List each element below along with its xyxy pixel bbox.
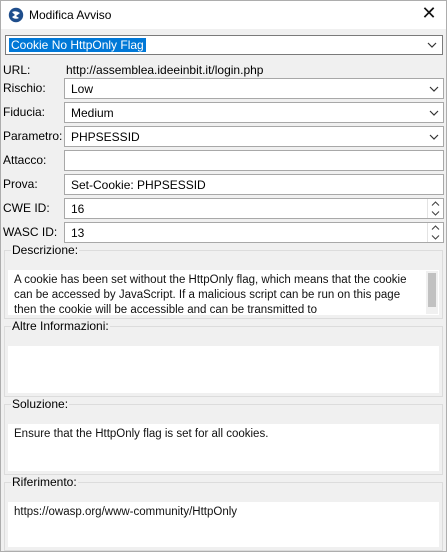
wasc-row: WASC ID: 13 (1, 221, 446, 243)
spin-up-icon[interactable] (428, 199, 443, 208)
rischio-combo[interactable]: Low (64, 78, 444, 99)
fiducia-combo[interactable]: Medium (64, 102, 444, 123)
prova-value: Set-Cookie: PHPSESSID (71, 178, 206, 192)
descrizione-text: A cookie has been set without the HttpOn… (14, 274, 407, 316)
spin-down-icon[interactable] (428, 233, 443, 242)
chevron-down-icon[interactable] (425, 79, 443, 98)
url-value: http://assemblea.ideeinbit.it/login.php (66, 63, 264, 77)
title-bar: Modifica Avviso ✕ (1, 1, 446, 29)
chevron-down-icon[interactable] (425, 103, 443, 122)
descrizione-title: Descrizione: (12, 243, 79, 257)
edit-alert-dialog: Modifica Avviso ✕ Cookie No HttpOnly Fla… (0, 0, 447, 552)
attacco-row: Attacco: (1, 149, 446, 171)
parametro-combo[interactable]: PHPSESSID (64, 126, 444, 147)
url-label: URL: (3, 63, 31, 77)
soluzione-title: Soluzione: (12, 397, 69, 411)
zap-logo-icon (8, 7, 24, 23)
riferimento-group: Riferimento: https://owasp.org/www-commu… (4, 475, 443, 551)
chevron-down-icon[interactable] (422, 36, 442, 54)
rischio-row: Rischio: Low (1, 77, 446, 99)
cwe-spin-buttons (427, 199, 443, 218)
prova-label: Prova: (3, 177, 38, 191)
soluzione-group: Soluzione: Ensure that the HttpOnly flag… (4, 397, 443, 475)
altre-informazioni-textarea[interactable] (7, 345, 440, 394)
spin-down-icon[interactable] (428, 209, 443, 218)
descrizione-scrollbar[interactable] (426, 271, 438, 314)
rischio-label: Rischio: (3, 81, 46, 95)
window-title: Modifica Avviso (29, 8, 112, 22)
wasc-value: 13 (71, 226, 85, 240)
attacco-label: Attacco: (3, 153, 47, 167)
riferimento-textarea[interactable]: https://owasp.org/www-community/HttpOnly (7, 501, 440, 548)
parametro-row: Parametro: PHPSESSID (1, 125, 446, 147)
cwe-spinner[interactable]: 16 (64, 198, 444, 219)
altre-informazioni-title: Altre Informazioni: (12, 319, 109, 333)
alert-name-combo[interactable]: Cookie No HttpOnly Flag (5, 35, 443, 55)
parametro-value: PHPSESSID (71, 130, 140, 144)
riferimento-text: https://owasp.org/www-community/HttpOnly (14, 506, 238, 518)
soluzione-textarea[interactable]: Ensure that the HttpOnly flag is set for… (7, 423, 440, 472)
close-icon[interactable]: ✕ (416, 2, 442, 26)
soluzione-text: Ensure that the HttpOnly flag is set for… (14, 428, 269, 440)
prova-row: Prova: Set-Cookie: PHPSESSID (1, 173, 446, 195)
cwe-value: 16 (71, 202, 85, 216)
fiducia-row: Fiducia: Medium (1, 101, 446, 123)
scrollbar-thumb[interactable] (428, 273, 436, 307)
spin-up-icon[interactable] (428, 223, 443, 232)
attacco-input[interactable] (64, 150, 444, 171)
cwe-label: CWE ID: (3, 201, 50, 215)
wasc-label: WASC ID: (3, 225, 58, 239)
riferimento-title: Riferimento: (12, 475, 77, 489)
dialog-content: Cookie No HttpOnly Flag URL: http://asse… (1, 29, 446, 551)
wasc-spin-buttons (427, 223, 443, 242)
cwe-row: CWE ID: 16 (1, 197, 446, 219)
prova-input[interactable]: Set-Cookie: PHPSESSID (64, 174, 444, 195)
chevron-down-icon[interactable] (425, 127, 443, 146)
descrizione-group: Descrizione: A cookie has been set witho… (4, 243, 443, 319)
altre-informazioni-group: Altre Informazioni: (4, 319, 443, 397)
parametro-label: Parametro: (3, 129, 63, 143)
fiducia-label: Fiducia: (3, 105, 46, 119)
wasc-spinner[interactable]: 13 (64, 222, 444, 243)
fiducia-value: Medium (71, 106, 114, 120)
rischio-value: Low (71, 82, 94, 96)
alert-name-value: Cookie No HttpOnly Flag (9, 38, 146, 52)
descrizione-textarea[interactable]: A cookie has been set without the HttpOn… (7, 269, 440, 316)
